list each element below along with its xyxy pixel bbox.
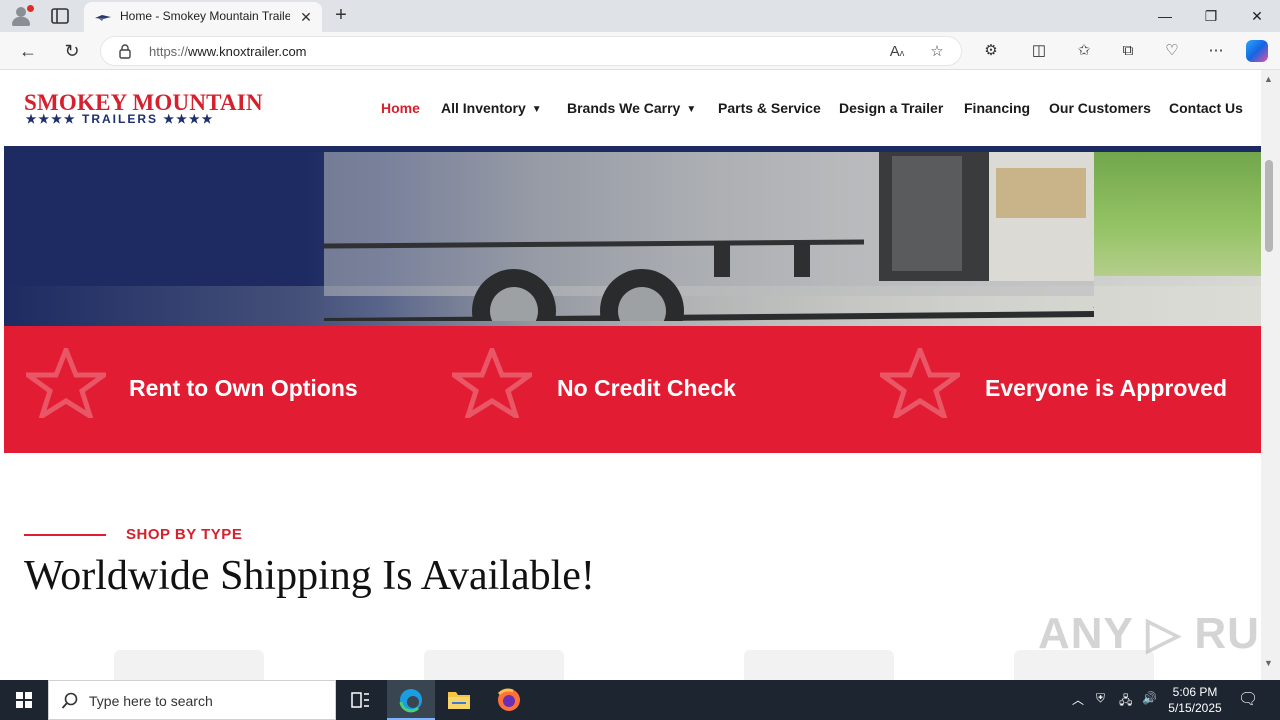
nav-brands-we-carry[interactable]: Brands We Carry ▼ <box>567 100 696 116</box>
windows-taskbar: Type here to search ︿ ⛨ 🖧 🔊 5:06 PM 5/15… <box>0 680 1280 720</box>
read-aloud-icon[interactable]: Aʌ <box>887 42 907 62</box>
security-tray-icon[interactable]: ⛨ <box>1096 691 1105 706</box>
taskbar-file-explorer-button[interactable] <box>435 680 483 720</box>
tab-title: Home - Smokey Mountain Trailers <box>120 9 290 23</box>
close-tab-icon[interactable]: ✕ <box>298 9 314 25</box>
trailer-illustration <box>324 146 1094 321</box>
site-header: SMOKEY MOUNTAIN ★★★★ TRAILERS ★★★★ Home … <box>4 70 1261 146</box>
chevron-down-icon: ▼ <box>531 104 542 115</box>
collections-icon[interactable]: ⧉ <box>1117 40 1139 62</box>
feature-everyone-approved: Everyone is Approved <box>985 375 1228 401</box>
browser-tab-bar: Home - Smokey Mountain Trailers ✕ + — ❐ … <box>0 0 1280 32</box>
show-hidden-icons-icon[interactable]: ︿ <box>1072 691 1084 708</box>
firefox-icon <box>497 688 520 711</box>
feature-rent-to-own: Rent to Own Options <box>129 375 358 401</box>
eyebrow-rule <box>24 534 106 536</box>
split-screen-icon[interactable]: ◫ <box>1028 40 1050 62</box>
search-placeholder: Type here to search <box>89 693 213 709</box>
edge-icon <box>399 689 422 713</box>
task-view-button[interactable] <box>336 680 384 720</box>
trailer-thumbnail[interactable] <box>424 650 564 680</box>
trailer-thumbnail[interactable] <box>744 650 894 680</box>
system-clock[interactable]: 5:06 PM 5/15/2025 <box>1160 684 1230 716</box>
star-decoration-icon <box>26 348 106 418</box>
star-decoration-icon <box>880 348 960 418</box>
features-band: Rent to Own Options No Credit Check Ever… <box>4 326 1261 453</box>
taskbar-search-box[interactable]: Type here to search <box>48 680 336 720</box>
windows-logo-icon <box>16 692 32 708</box>
browser-toolbar: ← ↻ https://www.knoxtrailer.com Aʌ ☆ ⚙ ◫… <box>0 32 1280 70</box>
favorite-star-icon[interactable]: ☆ <box>927 42 947 62</box>
page-scrollbar[interactable]: ▲ ▼ <box>1261 70 1280 680</box>
refresh-button[interactable]: ↻ <box>60 39 84 63</box>
scroll-up-icon[interactable]: ▲ <box>1264 74 1273 84</box>
scrollbar-thumb[interactable] <box>1265 160 1273 252</box>
minimize-button[interactable]: — <box>1142 0 1188 32</box>
address-bar[interactable]: https://www.knoxtrailer.com Aʌ ☆ <box>100 36 962 66</box>
extensions-icon[interactable]: ⚙ <box>980 40 1002 62</box>
browser-tab-active[interactable]: Home - Smokey Mountain Trailers ✕ <box>84 2 322 32</box>
nav-home[interactable]: Home <box>381 100 420 116</box>
copilot-icon[interactable] <box>1246 40 1268 62</box>
close-window-button[interactable]: ✕ <box>1234 0 1280 32</box>
hero-grass <box>1089 146 1261 276</box>
favorites-icon[interactable]: ✩ <box>1073 40 1095 62</box>
feature-no-credit-check: No Credit Check <box>557 375 736 401</box>
restore-button[interactable]: ❐ <box>1188 0 1234 32</box>
url-text[interactable]: https://www.knoxtrailer.com <box>149 44 307 59</box>
clock-time: 5:06 PM <box>1172 685 1218 699</box>
nav-contact-us[interactable]: Contact Us <box>1169 100 1243 116</box>
folder-icon <box>448 692 470 709</box>
hero-image <box>4 146 1261 326</box>
back-button[interactable]: ← <box>16 39 40 63</box>
clock-date: 5/15/2025 <box>1168 701 1222 715</box>
volume-icon[interactable]: 🔊 <box>1142 691 1157 705</box>
chevron-down-icon: ▼ <box>686 104 697 115</box>
scroll-down-icon[interactable]: ▼ <box>1264 658 1273 668</box>
trailer-thumbnail[interactable] <box>114 650 264 680</box>
hero-top-band <box>4 146 1261 152</box>
site-favicon-icon <box>94 11 112 23</box>
nav-design-a-trailer[interactable]: Design a Trailer <box>839 100 943 116</box>
anyrun-watermark: ANY ▷ RUN <box>1038 609 1261 658</box>
settings-more-icon[interactable]: ⋯ <box>1205 40 1227 62</box>
tab-actions-icon[interactable] <box>50 7 70 25</box>
search-icon <box>61 692 78 709</box>
new-tab-button[interactable]: + <box>330 5 352 27</box>
site-logo[interactable]: SMOKEY MOUNTAIN ★★★★ TRAILERS ★★★★ <box>24 90 263 126</box>
notifications-icon[interactable]: 🗨 <box>1238 689 1258 709</box>
taskbar-edge-button[interactable] <box>387 680 435 720</box>
nav-financing[interactable]: Financing <box>964 100 1030 116</box>
nav-our-customers[interactable]: Our Customers <box>1049 100 1151 116</box>
taskbar-firefox-button[interactable] <box>485 680 533 720</box>
start-button[interactable] <box>0 680 48 720</box>
browser-essentials-icon[interactable]: ♡ <box>1161 40 1183 62</box>
nav-all-inventory[interactable]: All Inventory ▼ <box>441 100 542 116</box>
web-page: SMOKEY MOUNTAIN ★★★★ TRAILERS ★★★★ Home … <box>4 70 1261 680</box>
eyebrow-text: SHOP BY TYPE <box>126 526 243 543</box>
lock-icon[interactable] <box>119 44 131 59</box>
star-decoration-icon <box>452 348 532 418</box>
nav-parts-service[interactable]: Parts & Service <box>718 100 821 116</box>
network-icon[interactable]: 🖧 <box>1119 691 1132 712</box>
section-heading: Worldwide Shipping Is Available! <box>24 553 595 599</box>
task-view-icon <box>351 692 369 708</box>
profile-icon[interactable] <box>10 5 34 27</box>
